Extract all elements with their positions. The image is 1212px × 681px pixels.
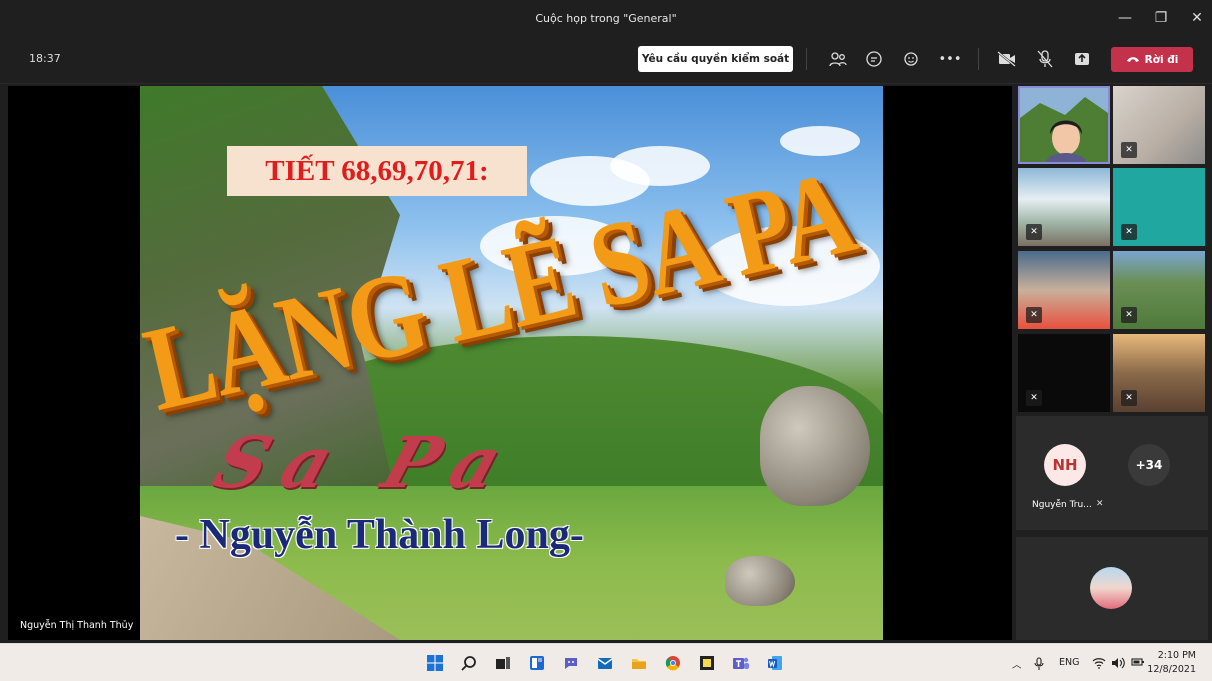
presenter-name: Nguyễn Thị Thanh Thủy [20,620,134,631]
reactions-icon[interactable] [902,49,922,69]
minimize-icon[interactable]: — [1118,10,1132,26]
teams-chat-icon[interactable] [562,654,580,672]
mic-off-icon: ✕ [1026,307,1042,323]
window-title: Cuộc họp trong "General" [535,11,677,25]
shared-slide: Sa Pa TIẾT 68,69,70,71: LẶNG LẼ SA PA - … [140,86,883,640]
window-controls: — ❐ ✕ [1118,0,1204,36]
meeting-duration: 18:37 [29,52,61,65]
video-tile-active-speaker[interactable] [1018,86,1110,164]
system-clock[interactable]: 2:10 PM 12/8/2021 [1147,649,1196,677]
input-language[interactable]: ENG [1059,657,1079,668]
maximize-icon[interactable]: ❐ [1154,10,1168,26]
sticky-notes-icon[interactable] [698,654,716,672]
microphone-tray-icon[interactable] [1034,657,1044,674]
self-avatar [1090,567,1132,609]
toolbar-divider [806,48,807,70]
task-view-icon[interactable] [494,654,512,672]
leave-label: Rời đi [1144,53,1179,66]
mic-off-icon: ✕ [1026,390,1042,406]
participants-icon[interactable] [828,49,848,69]
wifi-icon[interactable] [1092,657,1106,672]
system-date: 12/8/2021 [1147,664,1196,675]
battery-icon[interactable] [1131,657,1145,670]
mic-off-icon: ✕ [1121,142,1137,158]
video-tile[interactable]: ✕ [1113,86,1205,164]
video-tile[interactable]: ✕ [1113,251,1205,329]
mic-off-icon[interactable] [1035,49,1055,69]
rock [725,556,795,606]
mic-off-icon: ✕ [1121,224,1137,240]
meeting-toolbar: 18:37 Yêu cầu quyền kiểm soát ••• Rời đi [0,36,1212,84]
mail-icon[interactable] [596,654,614,672]
mic-off-icon: ✕ [1121,390,1137,406]
camera-off-icon[interactable] [997,49,1017,69]
windows-start-icon[interactable] [426,654,444,672]
mic-off-icon: ✕ [1096,499,1104,509]
rock [760,386,870,506]
share-icon[interactable] [1072,49,1092,69]
chrome-icon[interactable] [664,654,682,672]
leave-button[interactable]: Rời đi [1111,47,1193,72]
self-view-tile[interactable] [1016,537,1208,640]
participant-avatar[interactable]: NH [1044,444,1086,486]
teams-icon[interactable] [732,654,750,672]
word-icon[interactable] [766,654,784,672]
system-time: 2:10 PM [1157,650,1196,661]
widgets-icon[interactable] [528,654,546,672]
mic-off-icon: ✕ [1026,224,1042,240]
video-tile[interactable]: ✕ [1018,251,1110,329]
search-icon[interactable] [460,654,478,672]
toolbar-divider [978,48,979,70]
mic-off-icon: ✕ [1121,307,1137,323]
lesson-label: TIẾT 68,69,70,71: [227,146,527,196]
taskbar: ︿ ENG 2:10 PM 12/8/2021 [0,643,1212,681]
participant-overflow-area: NH +34 Nguyễn Tru... ✕ [1016,416,1208,530]
slide-author: - Nguyễn Thành Long- [175,512,584,558]
chat-icon[interactable] [864,49,884,69]
hangup-icon [1126,54,1140,66]
more-participants-button[interactable]: +34 [1128,444,1170,486]
request-control-button[interactable]: Yêu cầu quyền kiểm soát [638,46,793,72]
video-tile[interactable]: ✕ [1018,334,1110,412]
video-tile[interactable]: ✕ [1018,168,1110,246]
more-icon[interactable]: ••• [939,49,962,69]
volume-icon[interactable] [1111,657,1125,672]
video-tile[interactable]: ✕ [1113,334,1205,412]
tray-chevron-icon[interactable]: ︿ [1012,657,1022,671]
window-titlebar: Cuộc họp trong "General" — ❐ ✕ [0,0,1212,36]
video-tile[interactable]: ✕ [1113,168,1205,246]
participant-name: Nguyễn Tru... [1032,500,1092,510]
file-explorer-icon[interactable] [630,654,648,672]
close-icon[interactable]: ✕ [1190,10,1204,26]
